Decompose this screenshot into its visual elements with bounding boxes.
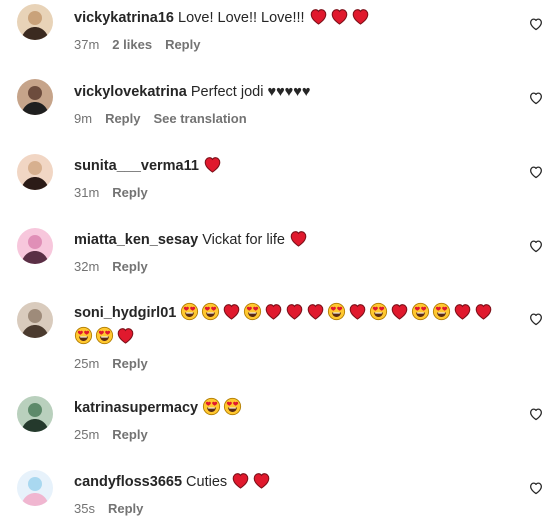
heart-eyes-emoji: [327, 302, 348, 321]
heart-eyes-emoji: [432, 302, 453, 321]
username-link[interactable]: vickykatrina16: [74, 10, 174, 26]
comment-body: Perfect jodi ♥♥♥♥♥: [190, 84, 311, 100]
red-heart-emoji: [231, 473, 252, 490]
red-heart-emoji: [289, 231, 310, 248]
heart-eyes-emoji: [95, 326, 116, 345]
username-link[interactable]: katrinasupermacy: [74, 400, 198, 416]
avatar[interactable]: [17, 4, 53, 40]
comment-meta: 32m Reply: [74, 259, 161, 274]
likes-count[interactable]: 2 likes: [112, 37, 152, 52]
username-link[interactable]: miatta_ken_sesay: [74, 232, 198, 248]
timestamp[interactable]: 37m: [74, 37, 99, 52]
comment-meta: 31m Reply: [74, 185, 161, 200]
red-heart-emoji: [222, 304, 243, 321]
reply-button[interactable]: Reply: [108, 501, 143, 516]
heart-eyes-emoji: [202, 397, 223, 416]
comment-meta: 25m Reply: [74, 356, 161, 371]
like-heart-icon[interactable]: [528, 406, 546, 424]
red-heart-emoji: [330, 9, 351, 26]
username-link[interactable]: soni_hydgirl01: [74, 305, 176, 321]
reply-button[interactable]: Reply: [112, 185, 147, 200]
heart-eyes-emoji: [223, 397, 244, 416]
comment-text: miatta_ken_sesay Vickat for life: [74, 228, 514, 252]
red-heart-emoji: [390, 304, 411, 321]
timestamp[interactable]: 31m: [74, 185, 99, 200]
reply-button[interactable]: Reply: [112, 356, 147, 371]
heart-eyes-emoji: [74, 326, 95, 345]
red-heart-emoji: [474, 304, 495, 321]
timestamp[interactable]: 9m: [74, 111, 92, 126]
red-heart-emoji: [116, 328, 137, 345]
timestamp[interactable]: 25m: [74, 427, 99, 442]
comment-text: soni_hydgirl01: [74, 301, 514, 349]
reply-button[interactable]: Reply: [105, 111, 140, 126]
like-heart-icon[interactable]: [528, 90, 546, 108]
red-heart-emoji: [453, 304, 474, 321]
red-heart-emoji: [306, 304, 327, 321]
timestamp[interactable]: 32m: [74, 259, 99, 274]
see-translation-button[interactable]: See translation: [153, 111, 246, 126]
red-heart-emoji: [351, 9, 372, 26]
comment-text: vickylovekatrina Perfect jodi ♥♥♥♥♥: [74, 80, 514, 104]
avatar[interactable]: [17, 302, 53, 338]
red-heart-emoji: [252, 473, 273, 490]
comment-text: candyfloss3665 Cuties: [74, 470, 514, 494]
comment-meta: 35s Reply: [74, 501, 156, 516]
comment-text: sunita___verma11: [74, 154, 514, 178]
avatar[interactable]: [17, 154, 53, 190]
timestamp[interactable]: 25m: [74, 356, 99, 371]
like-heart-icon[interactable]: [528, 238, 546, 256]
username-link[interactable]: vickylovekatrina: [74, 84, 187, 100]
red-heart-emoji: [309, 9, 330, 26]
avatar[interactable]: [17, 396, 53, 432]
red-heart-emoji: [348, 304, 369, 321]
heart-eyes-emoji: [201, 302, 222, 321]
reply-button[interactable]: Reply: [112, 427, 147, 442]
comment-meta: 9m Reply See translation: [74, 111, 260, 126]
like-heart-icon[interactable]: [528, 16, 546, 34]
like-heart-icon[interactable]: [528, 311, 546, 329]
avatar[interactable]: [17, 79, 53, 115]
comment-body: Cuties: [186, 474, 228, 490]
comment-meta: 37m 2 likes Reply: [74, 37, 213, 52]
comment-text: vickykatrina16 Love! Love!! Love!!!: [74, 6, 514, 30]
red-heart-emoji: [203, 157, 224, 174]
heart-eyes-emoji: [180, 302, 201, 321]
username-link[interactable]: sunita___verma11: [74, 158, 199, 174]
reply-button[interactable]: Reply: [112, 259, 147, 274]
red-heart-emoji: [264, 304, 285, 321]
like-heart-icon[interactable]: [528, 480, 546, 498]
comment-body: Vickat for life: [202, 232, 285, 248]
timestamp[interactable]: 35s: [74, 501, 95, 516]
avatar[interactable]: [17, 228, 53, 264]
reply-button[interactable]: Reply: [165, 37, 200, 52]
red-heart-emoji: [285, 304, 306, 321]
heart-eyes-emoji: [369, 302, 390, 321]
heart-eyes-emoji: [411, 302, 432, 321]
like-heart-icon[interactable]: [528, 164, 546, 182]
comment-body: Love! Love!! Love!!!: [178, 10, 305, 26]
comment-text: katrinasupermacy: [74, 396, 514, 420]
username-link[interactable]: candyfloss3665: [74, 474, 182, 490]
comment-meta: 25m Reply: [74, 427, 161, 442]
heart-eyes-emoji: [243, 302, 264, 321]
avatar[interactable]: [17, 470, 53, 506]
